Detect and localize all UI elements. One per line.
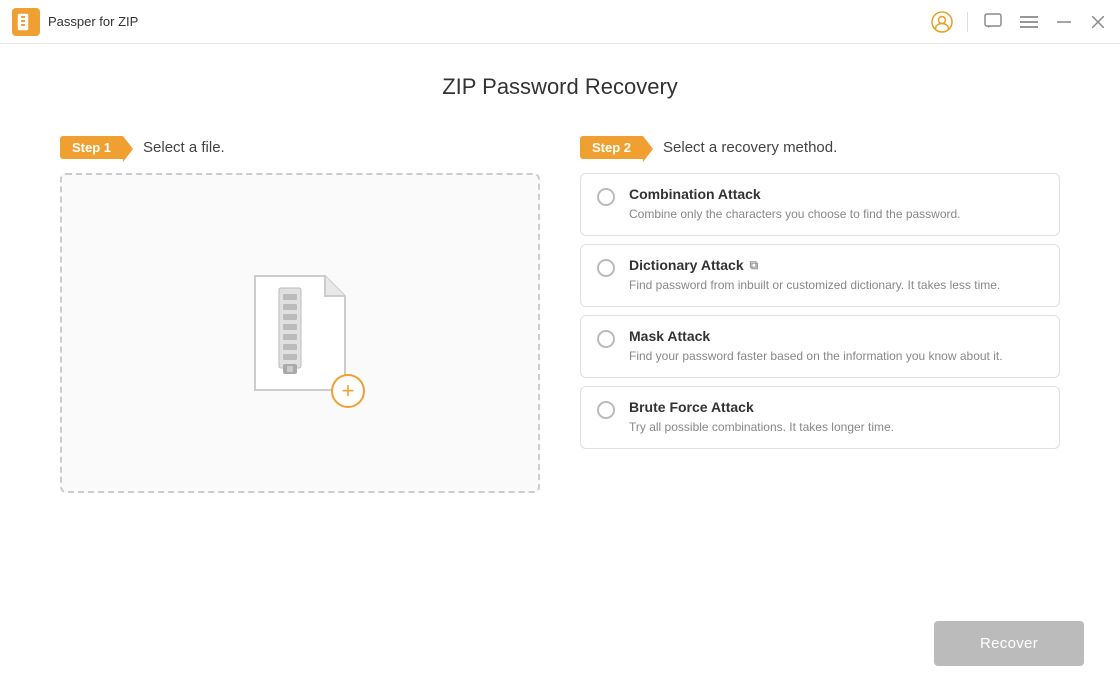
method-desc-1: Find password from inbuilt or customized… [629,276,1043,294]
add-file-button[interactable]: + [331,374,365,408]
radio-1[interactable] [597,259,615,277]
close-button[interactable] [1088,12,1108,32]
menu-icon[interactable] [1018,11,1040,33]
two-column-layout: Step 1 Select a file. [60,136,1060,493]
file-drop-area[interactable]: + [60,173,540,493]
user-icon[interactable] [931,11,953,33]
method-item-0[interactable]: Combination Attack Combine only the char… [580,173,1060,236]
method-desc-0: Combine only the characters you choose t… [629,205,1043,223]
app-logo [12,8,40,36]
method-desc-2: Find your password faster based on the i… [629,347,1043,365]
radio-0[interactable] [597,188,615,206]
step2-header: Step 2 Select a recovery method. [580,136,1060,159]
method-icon-1: ⧉ [750,258,759,273]
divider [967,12,968,32]
method-item-1[interactable]: Dictionary Attack⧉ Find password from in… [580,244,1060,307]
title-bar: Passper for ZIP [0,0,1120,44]
method-name-1: Dictionary Attack⧉ [629,257,1043,273]
step1-header: Step 1 Select a file. [60,136,540,159]
method-item-2[interactable]: Mask Attack Find your password faster ba… [580,315,1060,378]
recover-button[interactable]: Recover [934,621,1084,666]
step2-description: Select a recovery method. [663,139,837,156]
zip-icon-container: + [245,268,355,398]
method-text-1: Dictionary Attack⧉ Find password from in… [629,257,1043,294]
left-column: Step 1 Select a file. [60,136,540,493]
method-name-3: Brute Force Attack [629,399,1043,415]
page-title: ZIP Password Recovery [60,74,1060,100]
method-item-3[interactable]: Brute Force Attack Try all possible comb… [580,386,1060,449]
method-desc-3: Try all possible combinations. It takes … [629,418,1043,436]
radio-3[interactable] [597,401,615,419]
method-text-0: Combination Attack Combine only the char… [629,186,1043,223]
method-text-3: Brute Force Attack Try all possible comb… [629,399,1043,436]
main-content: ZIP Password Recovery Step 1 Select a fi… [0,44,1120,513]
method-name-0: Combination Attack [629,186,1043,202]
window-controls [931,11,1108,33]
method-text-2: Mask Attack Find your password faster ba… [629,328,1043,365]
method-list: Combination Attack Combine only the char… [580,173,1060,449]
app-title: Passper for ZIP [48,14,931,29]
radio-2[interactable] [597,330,615,348]
right-column: Step 2 Select a recovery method. Combina… [580,136,1060,493]
step1-badge: Step 1 [60,136,123,159]
method-name-2: Mask Attack [629,328,1043,344]
step2-badge: Step 2 [580,136,643,159]
minimize-button[interactable] [1054,12,1074,32]
step1-description: Select a file. [143,139,225,156]
chat-icon[interactable] [982,11,1004,33]
